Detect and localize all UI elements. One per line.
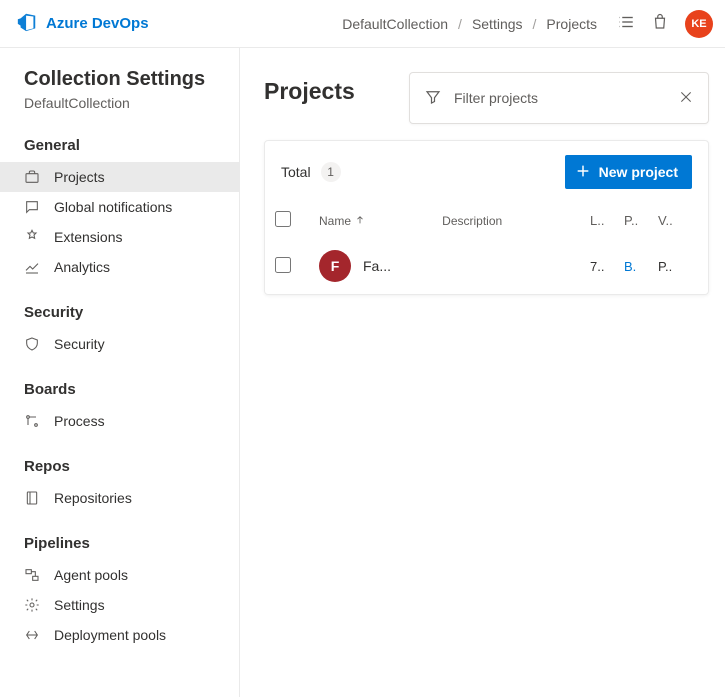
process-icon — [24, 413, 40, 429]
deployment-icon — [24, 627, 40, 643]
shield-icon — [24, 336, 40, 352]
sidebar-item-repositories[interactable]: Repositories — [0, 483, 239, 513]
sidebar-item-projects[interactable]: Projects — [0, 162, 239, 192]
sidebar-group-general: General — [0, 129, 239, 162]
sidebar-group-repos: Repos — [0, 450, 239, 483]
project-visibility: P.. — [658, 259, 692, 274]
breadcrumb: DefaultCollection / Settings / Projects — [342, 16, 597, 32]
col-description[interactable]: Description — [442, 214, 590, 228]
sidebar-group-pipelines: Pipelines — [0, 527, 239, 560]
project-avatar: F — [319, 250, 351, 282]
sidebar-item-analytics[interactable]: Analytics — [0, 252, 239, 282]
sidebar-title: Collection Settings — [0, 68, 239, 95]
projects-card: Total 1 New project Name Description L.. — [264, 140, 709, 295]
chart-icon — [24, 259, 40, 275]
breadcrumb-settings[interactable]: Settings — [472, 16, 523, 32]
sidebar-item-label: Deployment pools — [54, 627, 166, 643]
sidebar-item-security[interactable]: Security — [0, 329, 239, 359]
project-last-update: 7.. — [590, 259, 624, 274]
comment-icon — [24, 199, 40, 215]
table-row[interactable]: F Fa... 7.. B. P.. — [265, 238, 708, 294]
filter-icon — [424, 88, 442, 109]
sidebar: Collection Settings DefaultCollection Ge… — [0, 48, 240, 697]
sidebar-group-boards: Boards — [0, 373, 239, 406]
sidebar-item-process[interactable]: Process — [0, 406, 239, 436]
sidebar-subtitle: DefaultCollection — [0, 95, 239, 129]
sidebar-item-label: Process — [54, 413, 105, 429]
filter-input[interactable] — [454, 90, 666, 106]
sidebar-item-label: Repositories — [54, 490, 132, 506]
sidebar-item-label: Security — [54, 336, 105, 352]
new-project-label: New project — [599, 164, 678, 180]
total-count: 1 — [321, 162, 341, 182]
sidebar-item-label: Extensions — [54, 229, 122, 245]
breadcrumb-sep: / — [458, 16, 462, 32]
col-name[interactable]: Name — [319, 214, 442, 228]
sort-asc-icon — [355, 214, 365, 228]
user-avatar[interactable]: KE — [685, 10, 713, 38]
brand-link[interactable]: Azure DevOps — [16, 11, 149, 37]
repo-icon — [24, 490, 40, 506]
plus-icon — [575, 163, 591, 182]
page-title: Projects — [264, 72, 355, 105]
breadcrumb-sep: / — [533, 16, 537, 32]
list-icon[interactable] — [617, 13, 635, 34]
agent-pools-icon — [24, 567, 40, 583]
sidebar-item-settings[interactable]: Settings — [0, 590, 239, 620]
sidebar-item-extensions[interactable]: Extensions — [0, 222, 239, 252]
shopping-bag-icon[interactable] — [651, 13, 669, 34]
breadcrumb-projects[interactable]: Projects — [546, 16, 597, 32]
sidebar-item-label: Settings — [54, 597, 105, 613]
sidebar-group-security: Security — [0, 296, 239, 329]
sidebar-item-global-notifications[interactable]: Global notifications — [0, 192, 239, 222]
col-process[interactable]: P.. — [624, 213, 658, 228]
puzzle-icon — [24, 229, 40, 245]
sidebar-item-label: Analytics — [54, 259, 110, 275]
sidebar-item-deployment-pools[interactable]: Deployment pools — [0, 620, 239, 650]
sidebar-item-label: Projects — [54, 169, 105, 185]
total-label: Total — [281, 164, 311, 180]
filter-box — [409, 72, 709, 124]
col-last-update[interactable]: L.. — [590, 213, 624, 228]
row-checkbox[interactable] — [275, 257, 291, 273]
project-name: Fa... — [363, 258, 391, 274]
sidebar-item-agent-pools[interactable]: Agent pools — [0, 560, 239, 590]
breadcrumb-collection[interactable]: DefaultCollection — [342, 16, 448, 32]
project-process[interactable]: B. — [624, 259, 658, 274]
briefcase-icon — [24, 169, 40, 185]
sidebar-item-label: Agent pools — [54, 567, 128, 583]
new-project-button[interactable]: New project — [565, 155, 692, 189]
avatar-initials: KE — [691, 18, 706, 30]
table-header: Name Description L.. P.. V.. — [265, 203, 708, 238]
select-all-checkbox[interactable] — [275, 211, 291, 227]
brand-text: Azure DevOps — [46, 15, 149, 32]
sidebar-item-label: Global notifications — [54, 199, 172, 215]
gear-icon — [24, 597, 40, 613]
close-icon[interactable] — [678, 89, 694, 108]
azure-devops-icon — [16, 11, 38, 37]
col-visibility[interactable]: V.. — [658, 213, 692, 228]
